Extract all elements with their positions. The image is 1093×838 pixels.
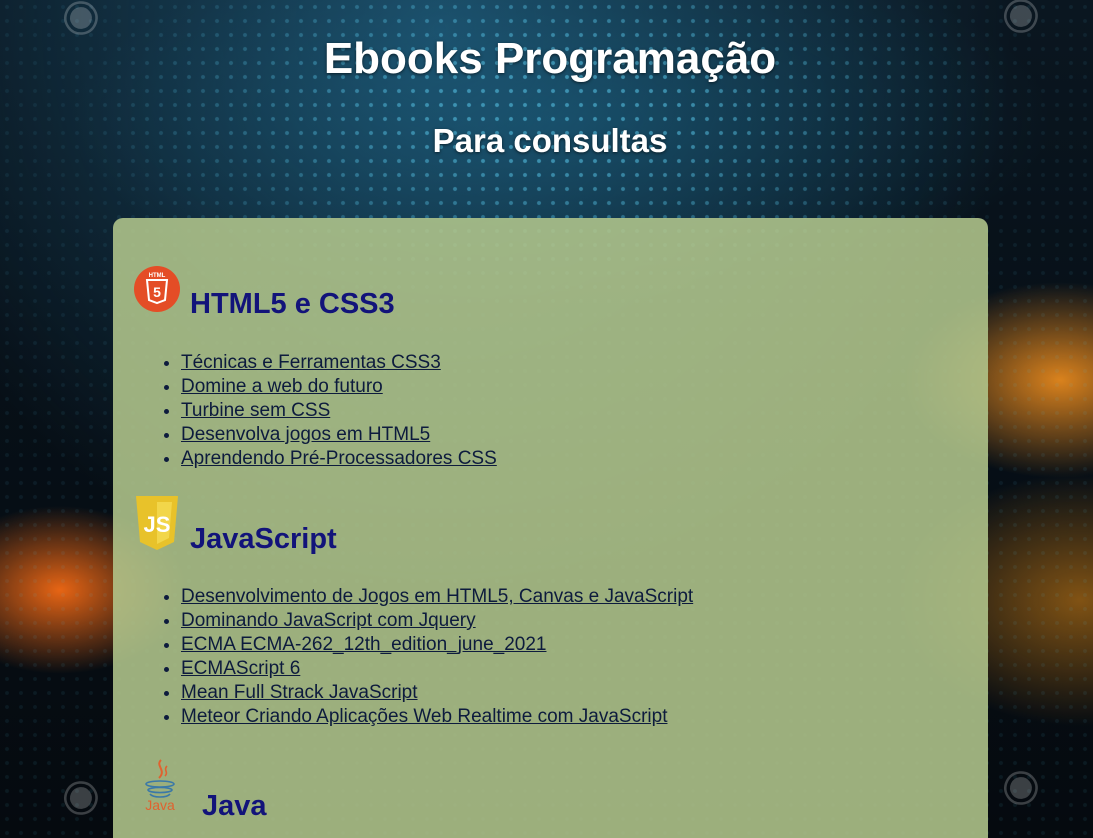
list-item: ECMA ECMA-262_12th_edition_june_2021: [181, 633, 693, 657]
list-item: Meteor Criando Aplicações Web Realtime c…: [181, 705, 693, 729]
section-header-java: Java: [202, 790, 267, 823]
ebook-link[interactable]: Dominando JavaScript com Jquery: [181, 610, 476, 631]
ebook-link[interactable]: ECMA ECMA-262_12th_edition_june_2021: [181, 634, 546, 655]
ebook-link[interactable]: Meteor Criando Aplicações Web Realtime c…: [181, 706, 667, 727]
svg-text:Java: Java: [145, 797, 175, 813]
html5-link-list: Técnicas e Ferramentas CSS3 Domine a web…: [181, 351, 497, 471]
list-item: Desenvolva jogos em HTML5: [181, 423, 497, 447]
ebook-link[interactable]: Desenvolvimento de Jogos em HTML5, Canva…: [181, 586, 693, 607]
watermark-bottom-right: ◉: [988, 753, 1050, 818]
list-item: Domine a web do futuro: [181, 375, 497, 399]
page-title: Ebooks Programação: [323, 34, 777, 83]
section-title-javascript: JavaScript: [190, 523, 337, 555]
ebooks-panel: HTML 5 HTML5 e CSS3 Técnicas e Ferrament…: [113, 218, 988, 838]
html5-icon: HTML 5: [134, 266, 180, 312]
list-item: ECMAScript 6: [181, 657, 693, 681]
section-header-html5: HTML5 e CSS3: [190, 288, 395, 321]
ebook-link[interactable]: Domine a web do futuro: [181, 376, 383, 397]
list-item: Desenvolvimento de Jogos em HTML5, Canva…: [181, 585, 693, 609]
page-subtitle: Para consultas: [432, 122, 668, 159]
section-title-html5: HTML5 e CSS3: [190, 288, 395, 320]
javascript-link-list: Desenvolvimento de Jogos em HTML5, Canva…: [181, 585, 693, 729]
watermark-bottom-left: ◉: [48, 763, 110, 828]
list-item: Dominando JavaScript com Jquery: [181, 609, 693, 633]
ebook-link[interactable]: Mean Full Strack JavaScript: [181, 682, 418, 703]
ebook-link[interactable]: Técnicas e Ferramentas CSS3: [181, 352, 441, 373]
java-icon: Java: [145, 759, 175, 813]
list-item: Técnicas e Ferramentas CSS3: [181, 351, 497, 375]
section-header-javascript: JavaScript: [190, 523, 337, 556]
list-item: Mean Full Strack JavaScript: [181, 681, 693, 705]
section-title-java: Java: [202, 790, 267, 822]
ebook-link[interactable]: ECMAScript 6: [181, 658, 300, 679]
ebook-link[interactable]: Aprendendo Pré-Processadores CSS: [181, 448, 497, 469]
list-item: Aprendendo Pré-Processadores CSS: [181, 447, 497, 471]
svg-text:JS: JS: [144, 512, 171, 537]
svg-text:HTML: HTML: [149, 273, 166, 279]
ebook-link[interactable]: Turbine sem CSS: [181, 400, 330, 421]
svg-text:5: 5: [153, 284, 161, 300]
ebook-link[interactable]: Desenvolva jogos em HTML5: [181, 424, 430, 445]
list-item: Turbine sem CSS: [181, 399, 497, 423]
javascript-icon: JS: [136, 496, 178, 550]
